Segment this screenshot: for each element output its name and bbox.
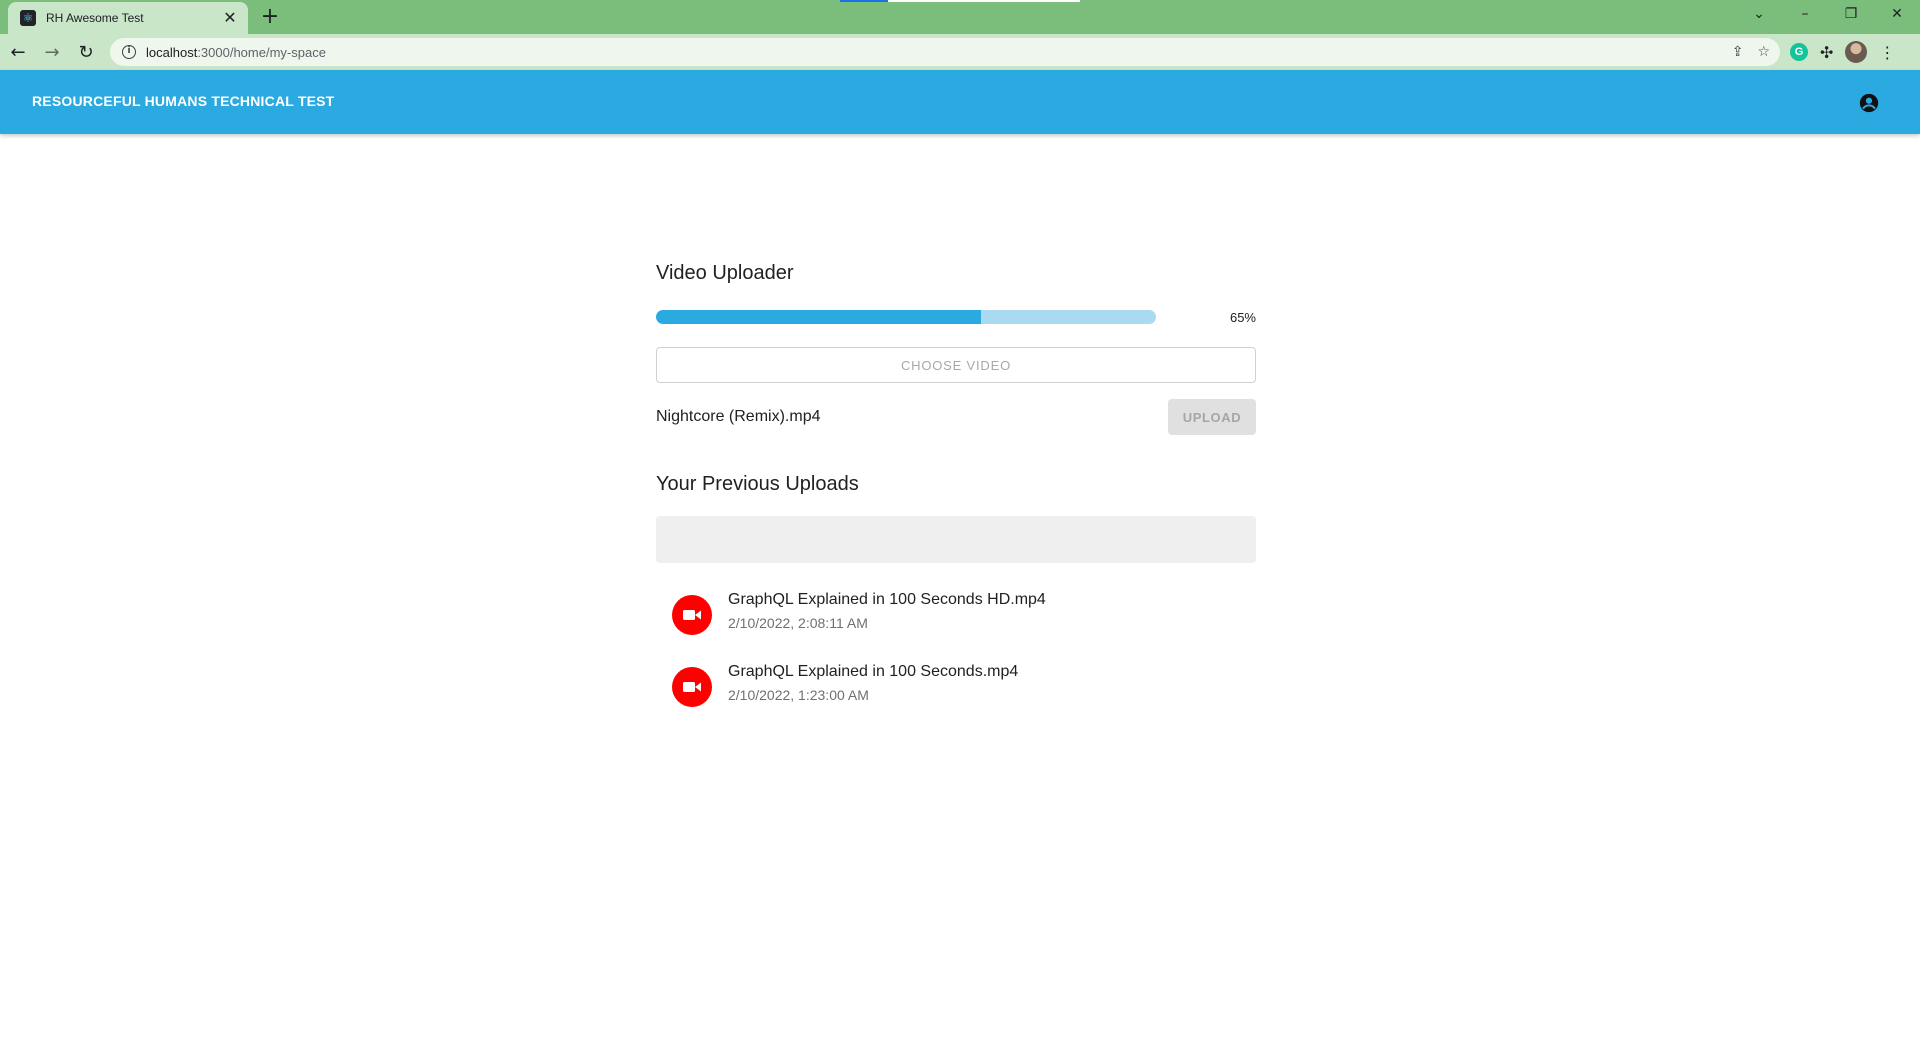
upload-file-name: GraphQL Explained in 100 Seconds HD.mp4 <box>728 591 1046 608</box>
forward-button[interactable]: → <box>36 38 68 66</box>
app-title: RESOURCEFUL HUMANS TECHNICAL TEST <box>32 93 335 109</box>
upload-date: 2/10/2022, 2:08:11 AM <box>728 615 868 631</box>
selected-file-row: Nightcore (Remix).mp4 UPLOAD <box>656 399 1256 435</box>
new-tab-button[interactable]: + <box>258 5 282 29</box>
uploads-list: GraphQL Explained in 100 Seconds HD.mp4 … <box>656 583 1256 727</box>
progress-fill <box>656 310 981 324</box>
url-host: localhost <box>146 44 198 60</box>
reload-button[interactable]: ↻ <box>70 38 102 66</box>
uploader-title: Video Uploader <box>656 262 794 284</box>
react-favicon-icon: ⚛ <box>20 10 36 26</box>
choose-video-button[interactable]: CHOOSE VIDEO <box>656 347 1256 383</box>
app-bar: RESOURCEFUL HUMANS TECHNICAL TEST <box>0 70 1920 134</box>
restore-button[interactable]: ❐ <box>1828 0 1874 28</box>
minimize-button[interactable]: – <box>1782 0 1828 28</box>
close-window-button[interactable]: ✕ <box>1874 0 1920 28</box>
info-icon[interactable]: i <box>122 45 136 59</box>
browser-tabstrip: ⚛ RH Awesome Test ✕ + ⌄ – ❐ ✕ <box>0 0 1920 34</box>
extensions-icon[interactable]: ✣ <box>1820 43 1833 62</box>
progress-track <box>656 310 1156 324</box>
loading-indicator <box>840 0 1080 2</box>
uploads-placeholder <box>656 516 1256 563</box>
menu-icon[interactable]: ⋮ <box>1879 43 1895 62</box>
selected-file-name: Nightcore (Remix).mp4 <box>656 408 821 425</box>
video-camera-icon <box>672 595 712 635</box>
extensions-area: G ✣ ⋮ <box>1790 38 1895 66</box>
browser-tab[interactable]: ⚛ RH Awesome Test ✕ <box>8 2 248 34</box>
star-icon[interactable]: ☆ <box>1757 44 1770 60</box>
address-bar[interactable]: i localhost:3000/home/my-space ⇪ ☆ <box>110 38 1780 66</box>
tab-title: RH Awesome Test <box>46 11 144 25</box>
share-icon[interactable]: ⇪ <box>1732 44 1744 60</box>
previous-uploads-title: Your Previous Uploads <box>656 473 859 495</box>
progress-label: 65% <box>1229 310 1256 325</box>
upload-button[interactable]: UPLOAD <box>1168 399 1256 435</box>
video-camera-icon <box>672 667 712 707</box>
close-tab-icon[interactable]: ✕ <box>220 8 240 28</box>
list-item[interactable]: GraphQL Explained in 100 Seconds.mp4 2/1… <box>656 655 1256 727</box>
url-path: :3000/home/my-space <box>197 44 326 60</box>
account-circle-icon[interactable] <box>1858 92 1880 114</box>
main-content: Video Uploader 65% CHOOSE VIDEO Nightcor… <box>656 262 1256 727</box>
tab-search-icon[interactable]: ⌄ <box>1736 0 1782 28</box>
upload-date: 2/10/2022, 1:23:00 AM <box>728 687 869 703</box>
grammarly-icon[interactable]: G <box>1790 43 1808 61</box>
upload-progress: 65% <box>656 307 1256 327</box>
list-item[interactable]: GraphQL Explained in 100 Seconds HD.mp4 … <box>656 583 1256 655</box>
back-button[interactable]: ← <box>2 38 34 66</box>
profile-avatar[interactable] <box>1845 41 1868 63</box>
upload-file-name: GraphQL Explained in 100 Seconds.mp4 <box>728 663 1019 680</box>
window-controls: ⌄ – ❐ ✕ <box>1736 0 1920 28</box>
browser-toolbar: ← → ↻ i localhost:3000/home/my-space ⇪ ☆… <box>0 34 1920 70</box>
